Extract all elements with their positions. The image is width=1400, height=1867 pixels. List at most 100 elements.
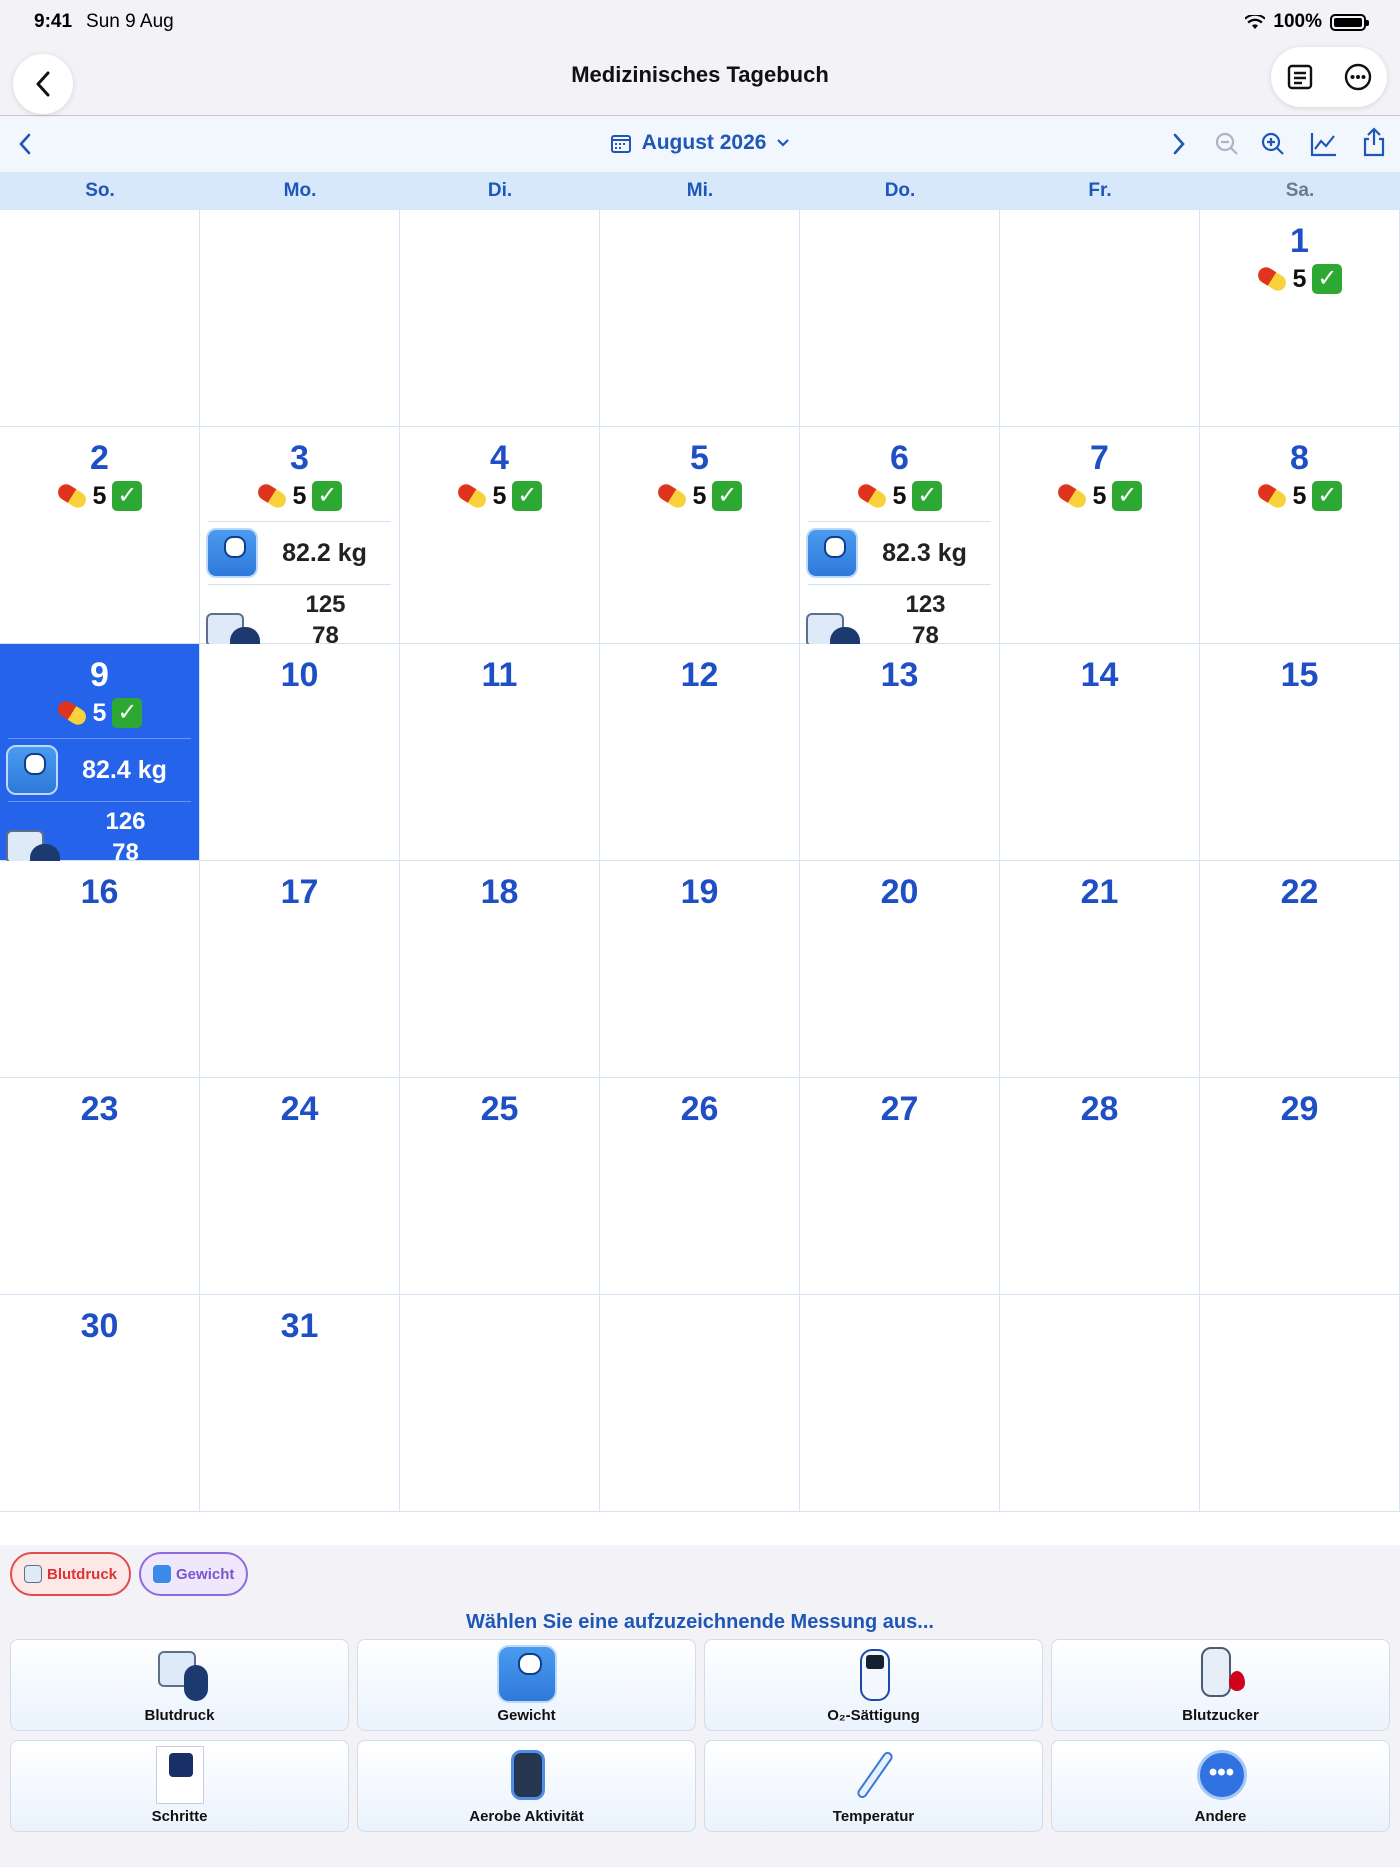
steps-icon <box>155 1746 204 1804</box>
zoom-in-icon[interactable] <box>1260 131 1286 157</box>
calendar-day-26[interactable]: 26 <box>600 1078 800 1295</box>
day-number: 30 <box>80 1307 119 1345</box>
calendar-day-5[interactable]: 5 5 ✓ <box>600 427 800 644</box>
calendar-day-4[interactable]: 4 5 ✓ <box>400 427 600 644</box>
measure-temperature-button[interactable]: Temperatur <box>704 1740 1043 1832</box>
weekday-label: Sa. <box>1285 180 1315 201</box>
calendar-day-2[interactable]: 2 5 ✓ <box>0 427 200 644</box>
chart-icon[interactable] <box>1310 131 1338 157</box>
calendar-day-21[interactable]: 21 <box>1000 861 1200 1078</box>
day-number: 25 <box>480 1090 519 1128</box>
calendar-day-18[interactable]: 18 <box>400 861 600 1078</box>
pill-icon <box>54 698 89 728</box>
day-number: 8 <box>1290 439 1309 477</box>
checkmark-icon: ✓ <box>1112 481 1143 511</box>
weight-value: 82.4 kg <box>82 755 167 784</box>
measure-steps-button[interactable]: Schritte <box>10 1740 349 1832</box>
navigation-bar: Medizinisches Tagebuch <box>0 44 1400 116</box>
weekday-label: Do. <box>884 180 916 201</box>
next-month-icon[interactable] <box>1172 133 1186 155</box>
calendar-day-30[interactable]: 30 <box>0 1295 200 1512</box>
calendar-day-28[interactable]: 28 <box>1000 1078 1200 1295</box>
status-bar: 9:41 Sun 9 Aug 100% <box>0 0 1400 44</box>
calendar-day-14[interactable]: 14 <box>1000 644 1200 861</box>
calendar-empty-cell <box>600 210 800 427</box>
calendar-day-29[interactable]: 29 <box>1200 1078 1400 1295</box>
calendar-day-24[interactable]: 24 <box>200 1078 400 1295</box>
scale-icon <box>206 528 258 578</box>
checkmark-icon: ✓ <box>112 698 143 728</box>
measure-weight-button[interactable]: Gewicht <box>357 1639 696 1731</box>
measure-blood-pressure-button[interactable]: Blutdruck <box>10 1639 349 1731</box>
measure-aerobic-button[interactable]: Aerobe Aktivität <box>357 1740 696 1832</box>
calendar-day-6[interactable]: 65✓82.3 kg12378♥65 <box>800 427 1000 680</box>
measure-label: Andere <box>1194 1808 1247 1825</box>
calendar-day-3[interactable]: 35✓82.2 kg12578♥66 <box>200 427 400 680</box>
calendar-day-25[interactable]: 25 <box>400 1078 600 1295</box>
day-number: 23 <box>80 1090 119 1128</box>
more-options-icon[interactable] <box>1343 62 1373 92</box>
checkmark-icon: ✓ <box>912 481 943 511</box>
chip-label: Gewicht <box>176 1565 235 1583</box>
calendar-empty-cell <box>1200 1295 1400 1512</box>
day-number: 27 <box>880 1090 919 1128</box>
measure-label: Gewicht <box>497 1707 556 1724</box>
checkmark-icon: ✓ <box>1312 481 1343 511</box>
day-number: 2 <box>90 439 109 477</box>
measure-oxygen-button[interactable]: O₂-Sättigung <box>704 1639 1043 1731</box>
calendar-day-15[interactable]: 15 <box>1200 644 1400 861</box>
report-icon[interactable] <box>1286 63 1314 91</box>
calendar-day-23[interactable]: 23 <box>0 1078 200 1295</box>
day-number: 7 <box>1090 439 1109 477</box>
thermometer-icon <box>844 1746 904 1804</box>
chip-weight[interactable]: Gewicht <box>139 1552 249 1596</box>
weight-entry: 82.2 kg <box>206 521 391 585</box>
day-number: 24 <box>280 1090 319 1128</box>
weight-value: 82.2 kg <box>282 538 367 567</box>
pill-icon <box>1254 264 1289 294</box>
calendar-empty-cell <box>600 1295 800 1512</box>
checkmark-icon: ✓ <box>712 481 743 511</box>
measure-label: Schritte <box>151 1808 208 1825</box>
status-date: Sun 9 Aug <box>86 11 174 32</box>
medication-summary: 5 ✓ <box>1200 264 1399 294</box>
calendar-empty-cell <box>400 210 600 427</box>
month-label: August 2026 <box>641 131 767 154</box>
calendar-day-11[interactable]: 11 <box>400 644 600 861</box>
chip-blood-pressure[interactable]: Blutdruck <box>10 1552 132 1596</box>
calendar-day-22[interactable]: 22 <box>1200 861 1400 1078</box>
measure-glucose-button[interactable]: Blutzucker <box>1051 1639 1390 1731</box>
checkmark-icon: ✓ <box>512 481 543 511</box>
day-number: 31 <box>280 1307 319 1345</box>
weight-value: 82.3 kg <box>882 538 967 567</box>
calendar-day-31[interactable]: 31 <box>200 1295 400 1512</box>
blood-pressure-monitor-icon <box>24 1565 42 1583</box>
day-number: 19 <box>680 873 719 911</box>
calendar-day-27[interactable]: 27 <box>800 1078 1000 1295</box>
calendar-day-8[interactable]: 8 5 ✓ <box>1200 427 1400 644</box>
checkmark-icon: ✓ <box>312 481 343 511</box>
calendar-day-16[interactable]: 16 <box>0 861 200 1078</box>
zoom-out-icon[interactable] <box>1214 131 1240 157</box>
systolic-value: 125 <box>305 591 346 618</box>
calendar-day-12[interactable]: 12 <box>600 644 800 861</box>
measure-label: Blutdruck <box>144 1707 215 1724</box>
calendar-day-13[interactable]: 13 <box>800 644 1000 861</box>
medication-summary: 5 ✓ <box>800 481 999 511</box>
month-selector[interactable]: August 2026 <box>0 131 1400 155</box>
glucose-meter-icon <box>1191 1645 1251 1703</box>
share-icon[interactable] <box>1362 127 1386 157</box>
scale-icon <box>496 1645 557 1703</box>
calendar-day-7[interactable]: 7 5 ✓ <box>1000 427 1200 644</box>
calendar-day-19[interactable]: 19 <box>600 861 800 1078</box>
weekday-label: Mi. <box>686 180 714 201</box>
calendar-day-1[interactable]: 1 5 ✓ <box>1200 210 1400 427</box>
calendar-day-9[interactable]: 95✓82.4 kg12678♡68 <box>0 644 200 897</box>
checkmark-icon: ✓ <box>112 481 143 511</box>
measure-other-button[interactable]: ••• Andere <box>1051 1740 1390 1832</box>
calendar-empty-cell <box>0 210 200 427</box>
calendar-day-20[interactable]: 20 <box>800 861 1000 1078</box>
measure-label: Blutzucker <box>1182 1707 1259 1724</box>
calendar-day-10[interactable]: 10 <box>200 644 400 861</box>
calendar-day-17[interactable]: 17 <box>200 861 400 1078</box>
